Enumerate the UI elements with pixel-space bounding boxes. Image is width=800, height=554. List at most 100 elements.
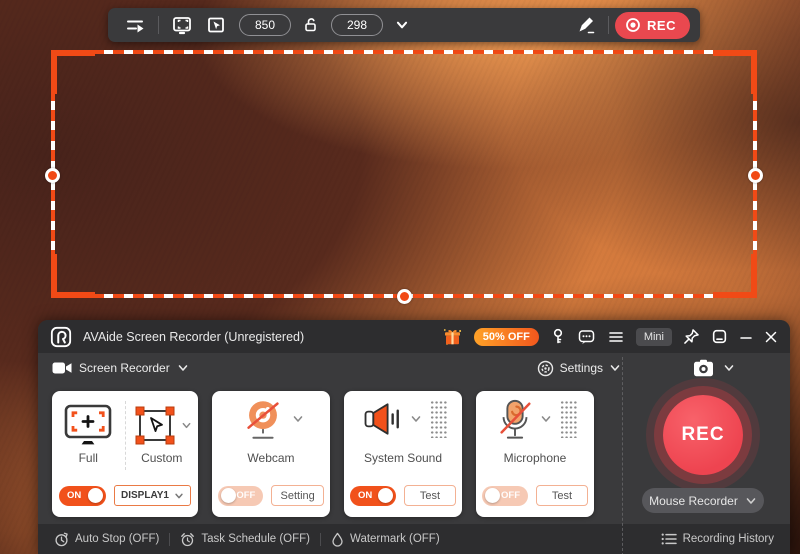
task-schedule-label: Task Schedule (OFF) [201,533,310,545]
register-key-icon[interactable] [550,328,566,345]
gear-icon [537,360,554,377]
mini-window-icon[interactable] [711,328,728,345]
annotate-button[interactable] [570,12,602,38]
mouse-recorder-dropdown[interactable]: Mouse Recorder [642,488,764,513]
status-divider [169,533,170,546]
full-screen-option[interactable]: Full [52,391,125,476]
panel-divider [622,357,623,554]
app-window: AVAide Screen Recorder (Unregistered) 50… [38,320,790,554]
selection-corner-topleft[interactable] [51,50,95,94]
display-toggle[interactable]: ON [59,486,106,506]
region-icon [205,14,227,36]
speaker-icon[interactable] [360,398,406,440]
monitor-icon [171,14,193,36]
webcam-setting-button[interactable]: Setting [271,485,324,506]
toggle-knob [88,488,103,503]
region-select-button[interactable] [199,12,233,38]
watermark-button[interactable]: Watermark (OFF) [331,532,440,547]
webcam-label: Webcam [212,451,330,465]
microphone-toggle[interactable]: OFF [482,486,528,506]
system-sound-label: System Sound [344,451,462,465]
chevron-down-icon [723,362,735,374]
display-select-value: DISPLAY1 [121,490,169,501]
aspect-lock-button[interactable] [297,12,325,38]
chevron-down-icon [395,18,409,32]
microphone-card: Microphone OFF Test [476,391,594,517]
microphone-test-button[interactable]: Test [536,485,588,506]
display-select-button[interactable] [165,12,199,38]
system-sound-test-button[interactable]: Test [404,485,456,506]
mouse-recorder-label: Mouse Recorder [649,494,738,508]
recording-history-button[interactable]: Recording History [661,532,774,546]
recorder-mode-label: Screen Recorder [79,361,170,375]
capture-toolbar: REC [108,8,700,42]
selection-corner-topright[interactable] [713,50,757,94]
rec-button[interactable]: REC [663,395,743,475]
collapse-toolbar-button[interactable] [118,12,152,38]
chevron-down-icon [174,491,184,501]
camcorder-icon [52,360,72,376]
system-sound-toggle[interactable]: ON [350,486,396,506]
full-screen-icon [61,403,115,447]
display-card: Full [52,391,198,517]
task-schedule-button[interactable]: Task Schedule (OFF) [180,532,310,547]
lock-open-icon [303,17,319,33]
toolbar-rec-label: REC [647,18,676,33]
chevron-down-icon[interactable] [540,413,552,425]
auto-stop-button[interactable]: Auto Stop (OFF) [54,532,159,547]
record-dot-icon [625,17,641,33]
droplet-icon [331,532,344,547]
microphone-icon[interactable] [494,396,536,442]
volume-level-grid[interactable] [430,400,447,438]
menu-icon[interactable] [607,328,625,346]
toggle-knob [378,488,393,503]
selection-handle-left[interactable] [45,168,60,183]
selection-handle-bottom[interactable] [397,289,412,304]
toolbar-divider [608,16,609,34]
snapshot-dropdown[interactable] [693,359,735,377]
full-label: Full [79,451,98,465]
toggle-state-label: ON [358,490,372,501]
width-input[interactable] [239,14,291,36]
chevron-down-icon[interactable] [292,413,304,425]
chevron-down-icon [177,362,189,374]
mini-mode-button[interactable]: Mini [636,328,672,346]
toolbar-rec-button[interactable]: REC [615,12,690,39]
chevron-down-icon [181,420,192,431]
selection-edge-top[interactable] [53,50,755,54]
dimension-presets-button[interactable] [389,12,415,38]
chevron-down-icon[interactable] [410,413,422,425]
auto-stop-label: Auto Stop (OFF) [75,533,159,545]
webcam-icon[interactable] [238,396,288,442]
settings-dropdown[interactable]: Settings [537,360,621,377]
height-input[interactable] [331,14,383,36]
custom-region-option[interactable]: Custom [126,391,199,476]
feedback-icon[interactable] [577,328,596,346]
screen: REC AVAide Screen Recorder (Unregistered… [0,0,800,554]
selection-corner-bottomright[interactable] [713,254,757,298]
watermark-label: Watermark (OFF) [350,533,440,545]
recording-history-label: Recording History [683,533,774,545]
selection-corner-bottomleft[interactable] [51,254,95,298]
system-sound-card: System Sound ON Test [344,391,462,517]
selection-handle-right[interactable] [748,168,763,183]
status-bar: Auto Stop (OFF) Task Schedule (OFF) Wate… [38,524,790,554]
gift-icon[interactable] [442,327,463,347]
volume-level-grid[interactable] [560,400,577,438]
microphone-label: Microphone [476,451,594,465]
pin-icon[interactable] [683,328,700,345]
display-select[interactable]: DISPLAY1 [114,485,191,506]
webcam-card: Webcam OFF Setting [212,391,330,517]
collapse-icon [124,14,146,36]
minimize-icon[interactable] [739,330,753,344]
avaide-logo-icon [50,326,72,348]
toolbar-divider [158,16,159,34]
discount-badge[interactable]: 50% OFF [474,328,539,346]
webcam-toggle[interactable]: OFF [218,486,263,506]
toggle-knob [485,488,500,503]
custom-region-icon [132,403,178,447]
titlebar: AVAide Screen Recorder (Unregistered) 50… [38,320,790,353]
close-icon[interactable] [764,330,778,344]
custom-label: Custom [141,451,182,465]
recorder-mode-dropdown[interactable]: Screen Recorder [52,360,189,376]
